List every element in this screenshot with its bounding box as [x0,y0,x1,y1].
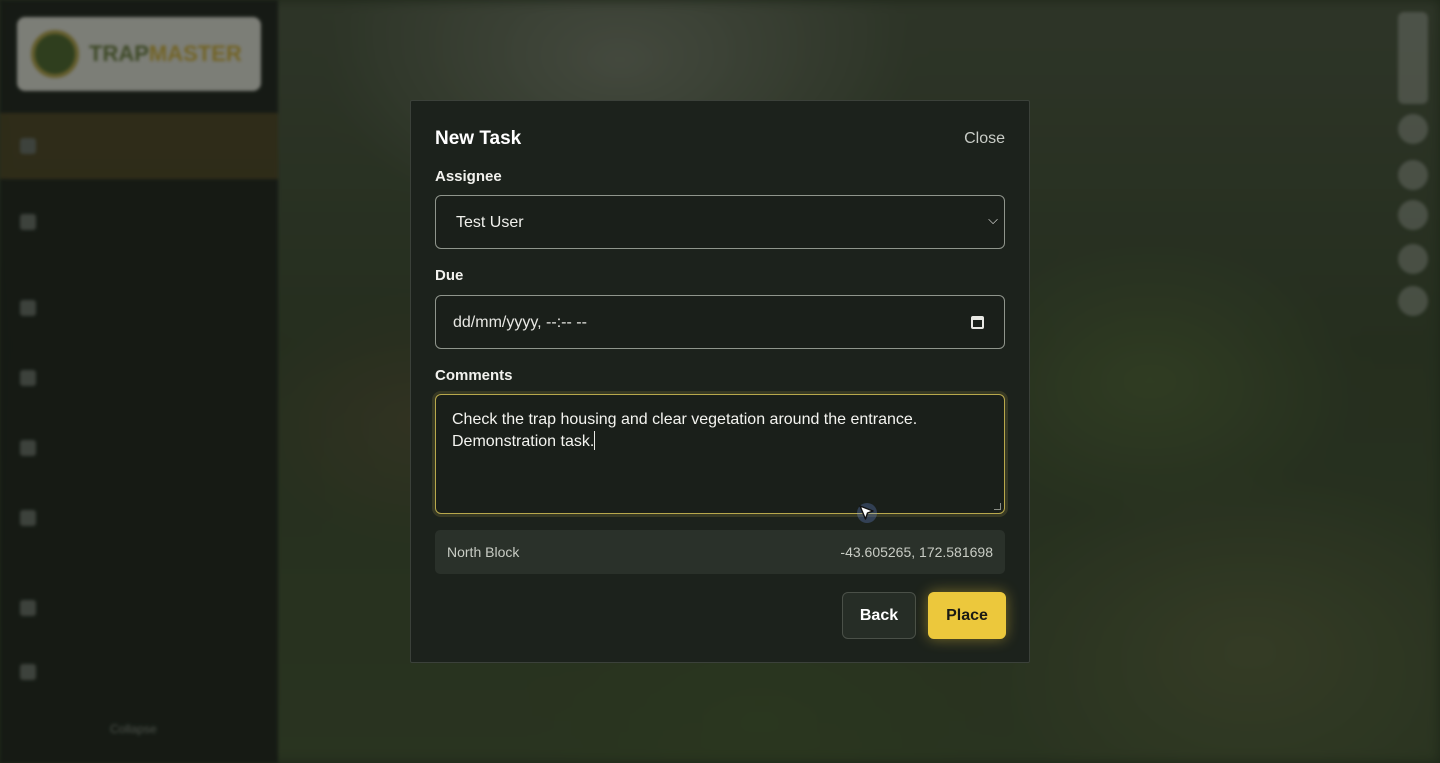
back-button[interactable]: Back [842,592,916,639]
resize-handle-icon[interactable] [994,503,1001,510]
location-coordinates: -43.605265, 172.581698 [840,544,993,560]
due-date-placeholder: dd/mm/yyyy, --:-- -- [453,314,587,331]
comments-textarea[interactable]: Check the trap housing and clear vegetat… [435,394,1005,514]
mouse-pointer-icon [857,503,877,523]
comments-label: Comments [435,367,513,384]
chevron-down-icon: ⌵ [988,212,998,227]
calendar-icon[interactable] [971,316,984,329]
due-label: Due [435,267,464,284]
assignee-select[interactable]: Test User ⌵ [435,195,1005,249]
location-info: North Block -43.605265, 172.581698 [435,530,1005,574]
text-caret [594,431,596,450]
close-button[interactable]: Close [964,130,1005,148]
location-name: North Block [447,544,520,560]
due-date-input[interactable]: dd/mm/yyyy, --:-- -- [435,295,1005,349]
modal-title: New Task [435,128,522,149]
assignee-value: Test User [456,214,524,231]
assignee-label: Assignee [435,168,502,185]
comments-text: Check the trap housing and clear vegetat… [452,411,918,450]
place-button[interactable]: Place [928,592,1006,639]
new-task-modal: New Task Close Assignee Test User ⌵ Due … [410,100,1030,663]
